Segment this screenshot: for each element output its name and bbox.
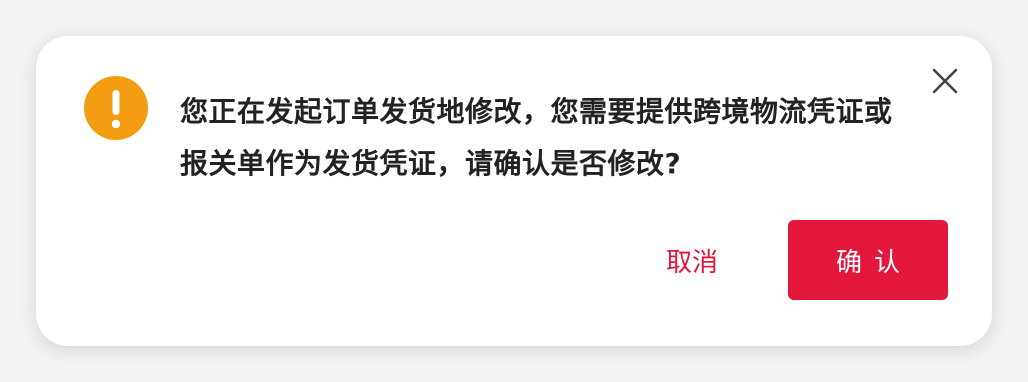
confirm-button[interactable]: 确认 [788, 220, 948, 300]
warning-icon [84, 76, 148, 140]
cancel-button[interactable]: 取消 [632, 220, 752, 300]
confirm-dialog: 您正在发起订单发货地修改，您需要提供跨境物流凭证或报关单作为发货凭证，请确认是否… [36, 36, 992, 346]
close-icon [932, 68, 958, 94]
close-button[interactable] [928, 64, 962, 98]
dialog-message: 您正在发起订单发货地修改，您需要提供跨境物流凭证或报关单作为发货凭证，请确认是否… [180, 95, 893, 180]
